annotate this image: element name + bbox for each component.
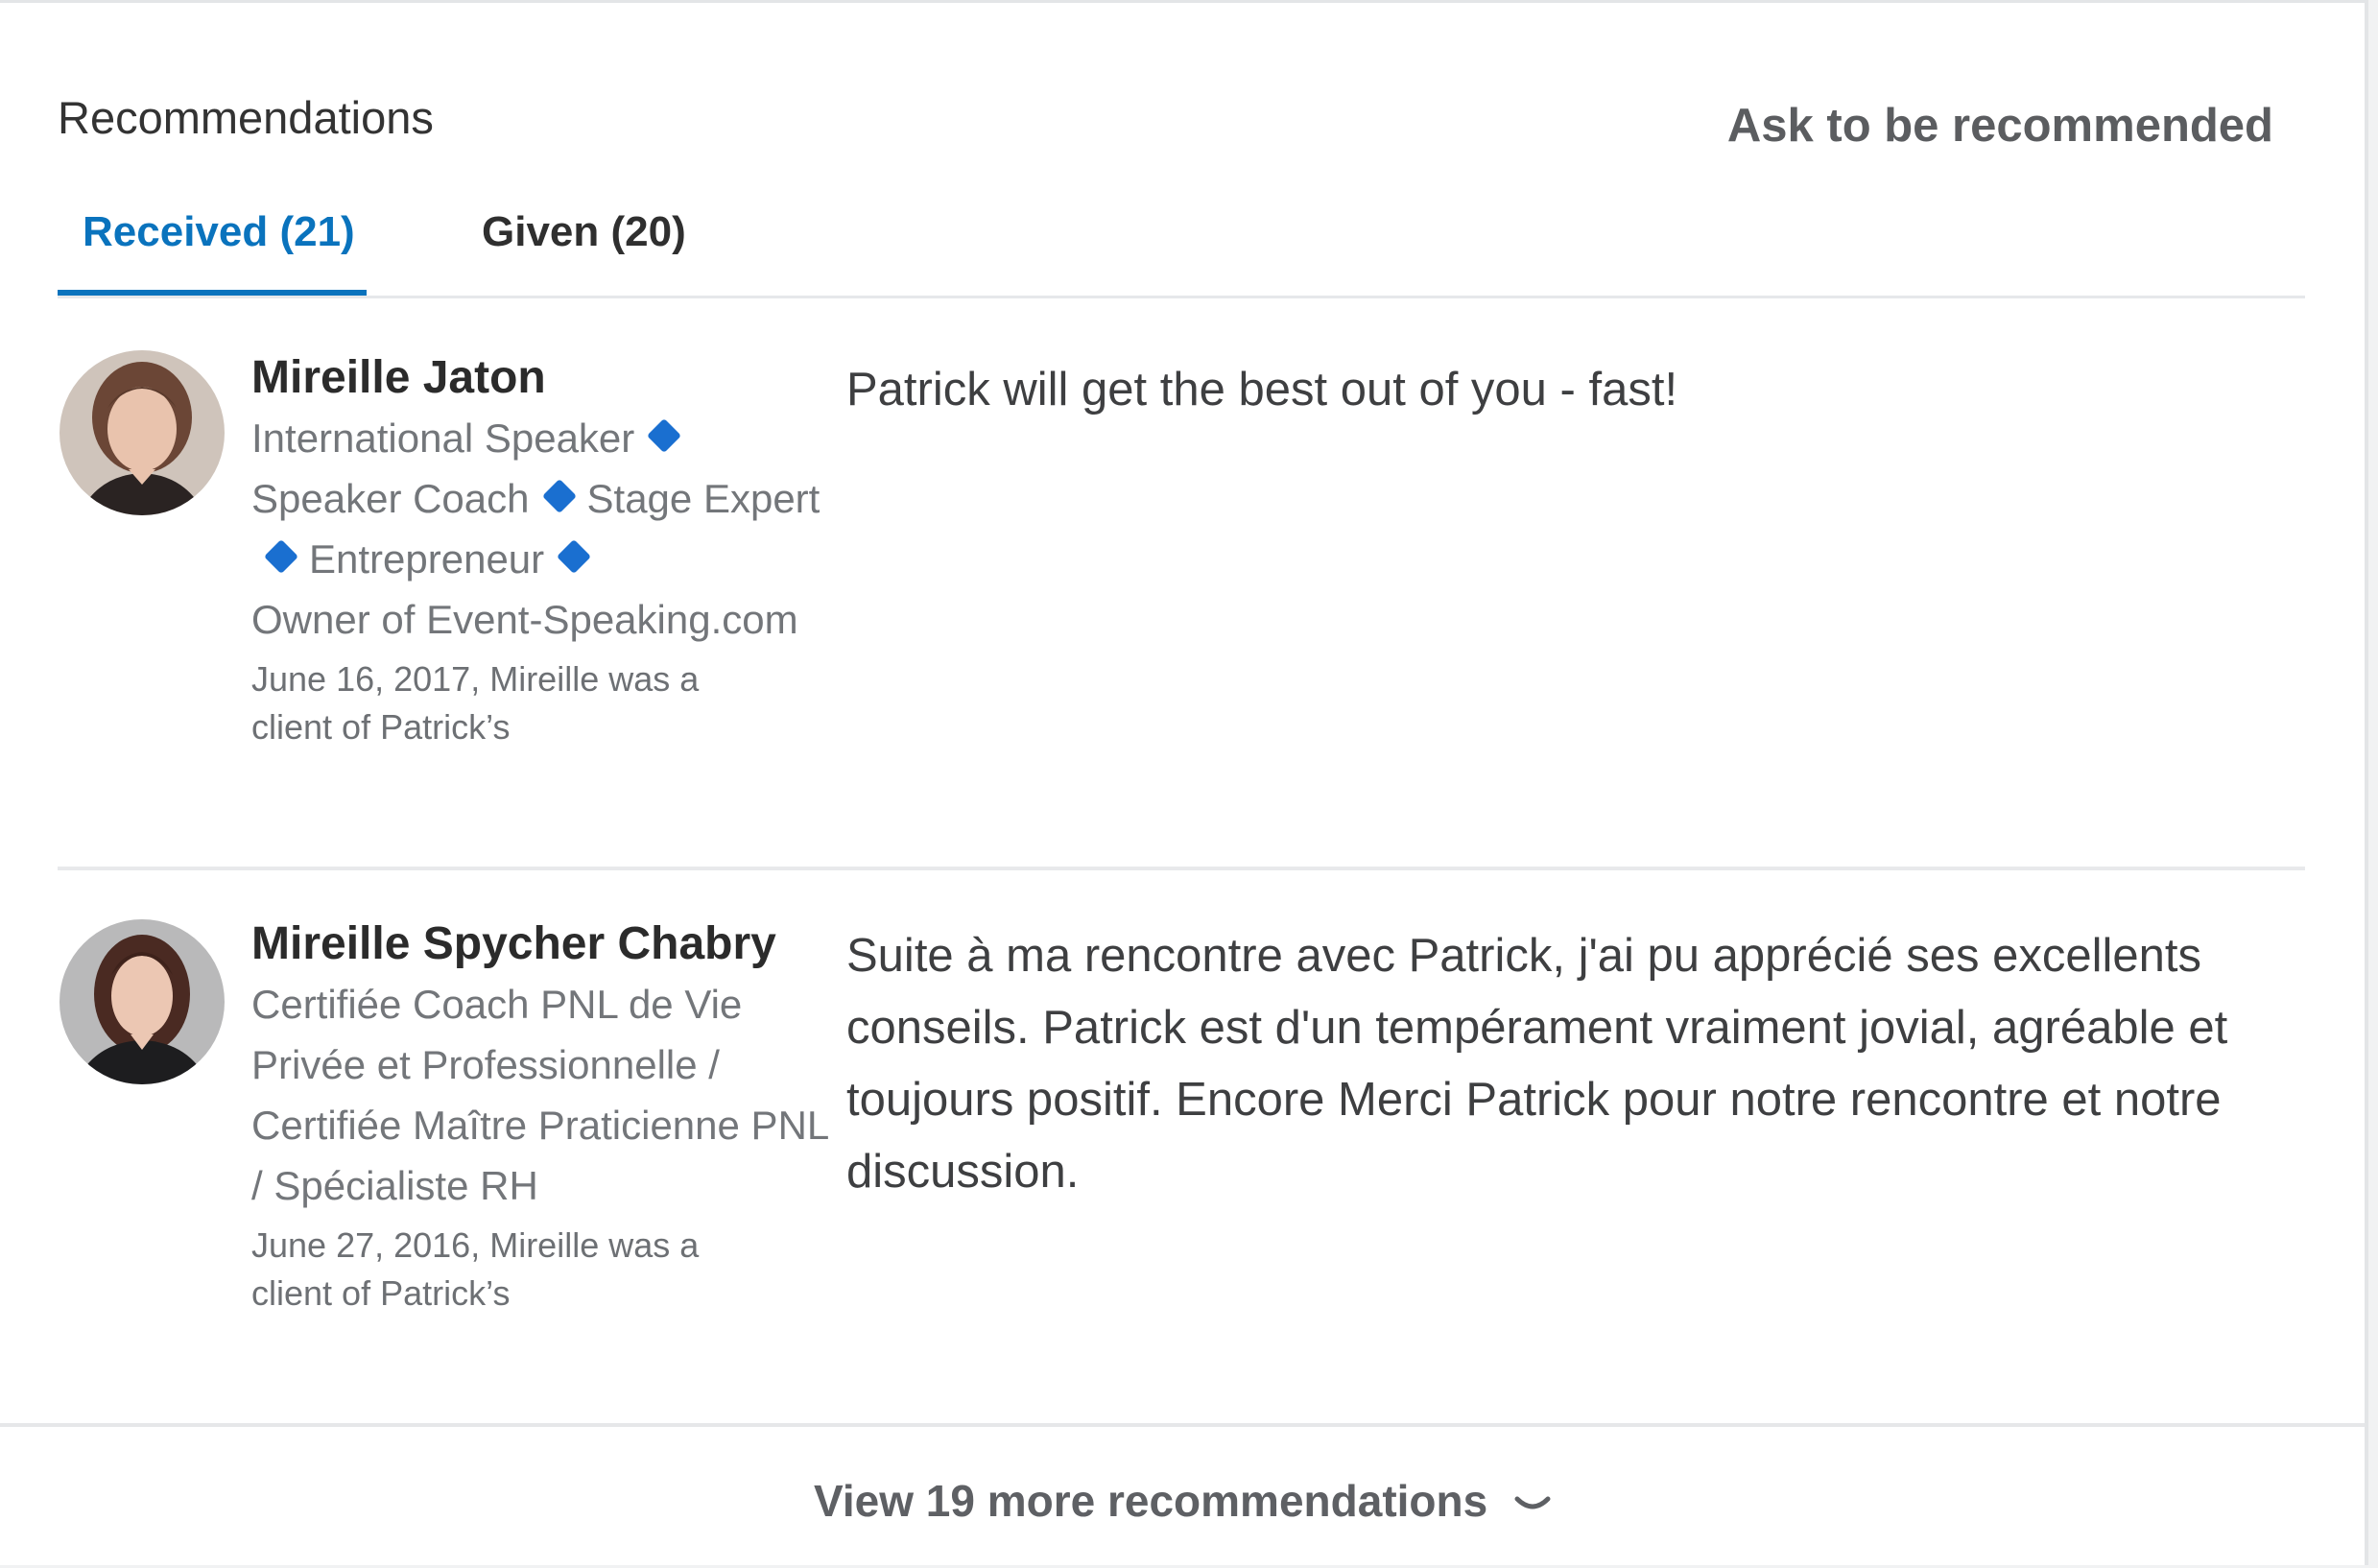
meta-line: June 27, 2016, Mireille was a [251, 1225, 700, 1265]
headline-part: Speaker Coach [251, 476, 530, 521]
section-title: Recommendations [58, 92, 434, 143]
recommendation-meta: June 27, 2016, Mireille was a client of … [251, 1222, 846, 1318]
recommender-name[interactable]: Mireille Jaton [251, 348, 846, 408]
blue-diamond-icon [647, 417, 682, 453]
recommendation-item: Mireille Jaton International Speaker Spe… [58, 348, 2305, 870]
avatar-photo [59, 919, 225, 1084]
recommendations-footer: View 19 more recommendations [0, 1423, 2365, 1568]
tab-given-label: Given (20) [482, 208, 686, 255]
avatar[interactable] [59, 919, 225, 1084]
recommendation-text: Patrick will get the best out of you - f… [846, 364, 1678, 416]
recommender-info: Mireille Jaton International Speaker Spe… [251, 348, 846, 751]
view-more-recommendations-button[interactable]: View 19 more recommendations [814, 1475, 1552, 1527]
view-more-label: View 19 more recommendations [814, 1476, 1488, 1526]
chevron-down-icon [1514, 1496, 1551, 1509]
meta-line: June 16, 2017, Mireille was a [251, 659, 700, 699]
tab-given[interactable]: Given (20) [461, 195, 710, 296]
headline-part: Entrepreneur [309, 536, 545, 582]
headline-part: Stage Expert [586, 476, 820, 521]
headline-part: International Speaker [251, 416, 635, 461]
recommender-headline: Certifiée Coach PNL de Vie Privée et Pro… [251, 982, 828, 1208]
recommender-headline: International Speaker Speaker Coach Stage… [251, 408, 846, 650]
recommendation-meta: June 16, 2017, Mireille was a client of … [251, 655, 846, 751]
recommender-name[interactable]: Mireille Spycher Chabry [251, 915, 846, 974]
recommendation-tabs: Received (21) Given (20) [58, 195, 2305, 298]
blue-diamond-icon [541, 478, 577, 513]
blue-diamond-icon [557, 538, 592, 574]
meta-line: client of Patrick’s [251, 707, 511, 747]
tab-received[interactable]: Received (21) [58, 195, 367, 296]
avatar[interactable] [59, 350, 225, 515]
recommendations-card: Recommendations Ask to be recommended Re… [0, 0, 2368, 1565]
recommender-info: Mireille Spycher Chabry Certifiée Coach … [251, 915, 846, 1318]
headline-part: Owner of Event-Speaking.com [251, 597, 798, 642]
tab-received-label: Received (21) [83, 208, 355, 255]
avatar-photo [59, 350, 225, 515]
recommendation-item: Mireille Spycher Chabry Certifiée Coach … [58, 915, 2305, 1356]
ask-to-be-recommended-link[interactable]: Ask to be recommended [1727, 99, 2273, 153]
blue-diamond-icon [263, 538, 299, 574]
meta-line: client of Patrick’s [251, 1273, 511, 1313]
recommendation-text: Suite à ma rencontre avec Patrick, j'ai … [846, 930, 2228, 1198]
